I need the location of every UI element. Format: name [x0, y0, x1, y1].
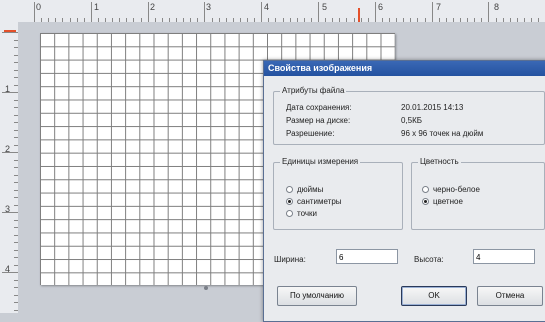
ok-button[interactable]: OK — [401, 286, 467, 306]
units-group: Единицы измерения дюймы сантиметры точки — [273, 157, 403, 230]
ruler-tick — [90, 2, 92, 22]
ruler-number: 5 — [322, 2, 328, 12]
resolution-label: Разрешение: — [286, 129, 335, 138]
ruler-number: 0 — [36, 2, 42, 12]
ruler-tick — [488, 2, 490, 22]
ruler-number: 7 — [436, 2, 442, 12]
ruler-tick — [204, 2, 206, 22]
radio-points[interactable] — [286, 210, 293, 217]
ruler-number: 8 — [494, 2, 500, 12]
dialog-title: Свойства изображения — [268, 63, 373, 73]
ruler-tick — [374, 2, 376, 22]
horizontal-ruler: 0 1 2 3 4 5 6 7 8 — [0, 0, 545, 23]
disk-size-value: 0,5КБ — [401, 116, 423, 125]
radio-centimeters[interactable] — [286, 198, 293, 205]
file-attributes-group: Атрибуты файла Дата сохранения: 20.01.20… — [273, 86, 545, 145]
ruler-number: 3 — [206, 2, 212, 12]
group-title: Единицы измерения — [280, 157, 361, 166]
ruler-tick — [2, 92, 18, 93]
group-title: Атрибуты файла — [280, 86, 347, 95]
ruler-tick — [2, 212, 18, 213]
radio-inches[interactable] — [286, 186, 293, 193]
ruler-position-marker[interactable] — [358, 8, 360, 22]
ruler-tick — [34, 2, 35, 22]
radio-label: дюймы — [297, 185, 324, 194]
saved-date-label: Дата сохранения: — [286, 103, 352, 112]
radio-black-white[interactable] — [422, 186, 429, 193]
ruler-number: 2 — [150, 2, 156, 12]
ruler-tick — [147, 2, 149, 22]
group-title: Цветность — [418, 157, 461, 166]
ruler-tick — [318, 2, 319, 22]
cancel-button[interactable]: Отмена — [477, 286, 543, 306]
height-input[interactable]: 4 — [473, 249, 535, 264]
color-group: Цветность черно-белое цветное — [411, 157, 545, 230]
ruler-tick — [2, 32, 18, 33]
height-label: Высота: — [414, 255, 444, 264]
default-button[interactable]: По умолчанию — [277, 286, 357, 306]
width-label: Ширина: — [274, 255, 306, 264]
ruler-number: 4 — [264, 2, 270, 12]
ruler-number: 1 — [94, 2, 100, 12]
radio-label: цветное — [433, 197, 463, 206]
ruler-number: 6 — [378, 2, 384, 12]
radio-label: точки — [297, 209, 317, 218]
radio-color[interactable] — [422, 198, 429, 205]
image-properties-dialog: Свойства изображения x Атрибуты файла Да… — [263, 60, 545, 322]
canvas-resize-handle[interactable] — [204, 286, 208, 290]
resolution-value: 96 x 96 точек на дюйм — [401, 129, 484, 138]
disk-size-label: Размер на диске: — [286, 116, 351, 125]
radio-label: сантиметры — [297, 197, 342, 206]
radio-label: черно-белое — [433, 185, 480, 194]
width-input[interactable]: 6 — [336, 249, 398, 264]
saved-date-value: 20.01.2015 14:13 — [401, 103, 464, 112]
ruler-tick — [261, 2, 263, 22]
ruler-tick — [2, 272, 18, 273]
ruler-tick — [431, 2, 433, 22]
ruler-tick — [2, 152, 18, 153]
vertical-ruler: 1 2 3 4 — [0, 22, 19, 313]
dialog-titlebar[interactable]: Свойства изображения x — [264, 61, 545, 76]
